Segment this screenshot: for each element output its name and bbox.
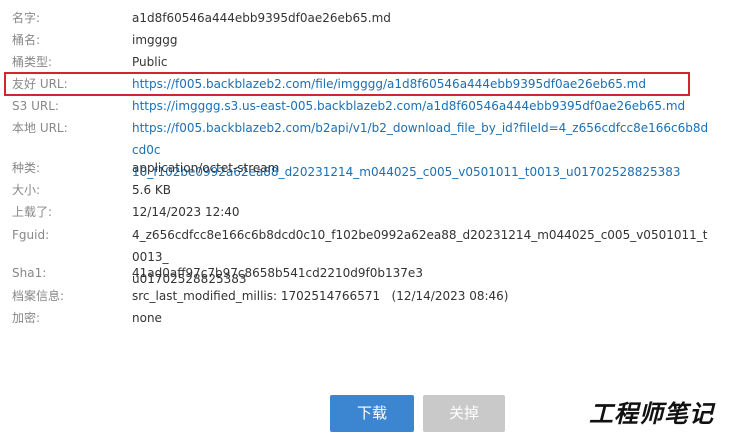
field-label-file-info: 档案信息: xyxy=(12,289,65,303)
field-value-size: 5.6 KB xyxy=(132,183,171,197)
field-label-sha1: Sha1: xyxy=(12,266,47,280)
s3-url-link[interactable]: https://imgggg.s3.us-east-005.backblazeb… xyxy=(132,95,712,117)
field-value-file-info: src_last_modified_millis: 1702514766571 … xyxy=(132,289,509,303)
field-label-bucket: 桶名: xyxy=(12,33,41,47)
download-button[interactable]: 下载 xyxy=(330,395,414,432)
native-url-line-1[interactable]: https://f005.backblazeb2.com/b2api/v1/b2… xyxy=(132,117,712,161)
field-value-bucket: imgggg xyxy=(132,33,178,47)
field-value-sha1: 41ad0aff97c7b97c8658b541cd2210d9f0b137e3 xyxy=(132,266,423,280)
field-value-type: application/octet-stream xyxy=(132,161,280,175)
field-label-bucket-type: 桶类型: xyxy=(12,55,53,69)
field-value-uploaded: 12/14/2023 12:40 xyxy=(132,205,240,219)
field-label-size: 大小: xyxy=(12,183,41,197)
close-button[interactable]: 关掉 xyxy=(423,395,505,432)
field-label-native-url: 本地 URL: xyxy=(12,121,68,135)
field-label-type: 种类: xyxy=(12,161,41,175)
field-label-encryption: 加密: xyxy=(12,311,41,325)
friendly-url-link[interactable]: https://f005.backblazeb2.com/file/imgggg… xyxy=(132,73,712,95)
field-value-name: a1d8f60546a444ebb9395df0ae26eb65.md xyxy=(132,11,391,25)
field-label-uploaded: 上载了: xyxy=(12,205,53,219)
field-label-s3-url: S3 URL: xyxy=(12,99,59,113)
watermark-text: 工程师笔记 xyxy=(589,400,714,428)
field-label-fguid: Fguid: xyxy=(12,228,50,242)
field-value-bucket-type: Public xyxy=(132,55,168,69)
field-value-encryption: none xyxy=(132,311,162,325)
field-label-name: 名字: xyxy=(12,11,41,25)
field-label-friendly-url: 友好 URL: xyxy=(12,77,68,91)
